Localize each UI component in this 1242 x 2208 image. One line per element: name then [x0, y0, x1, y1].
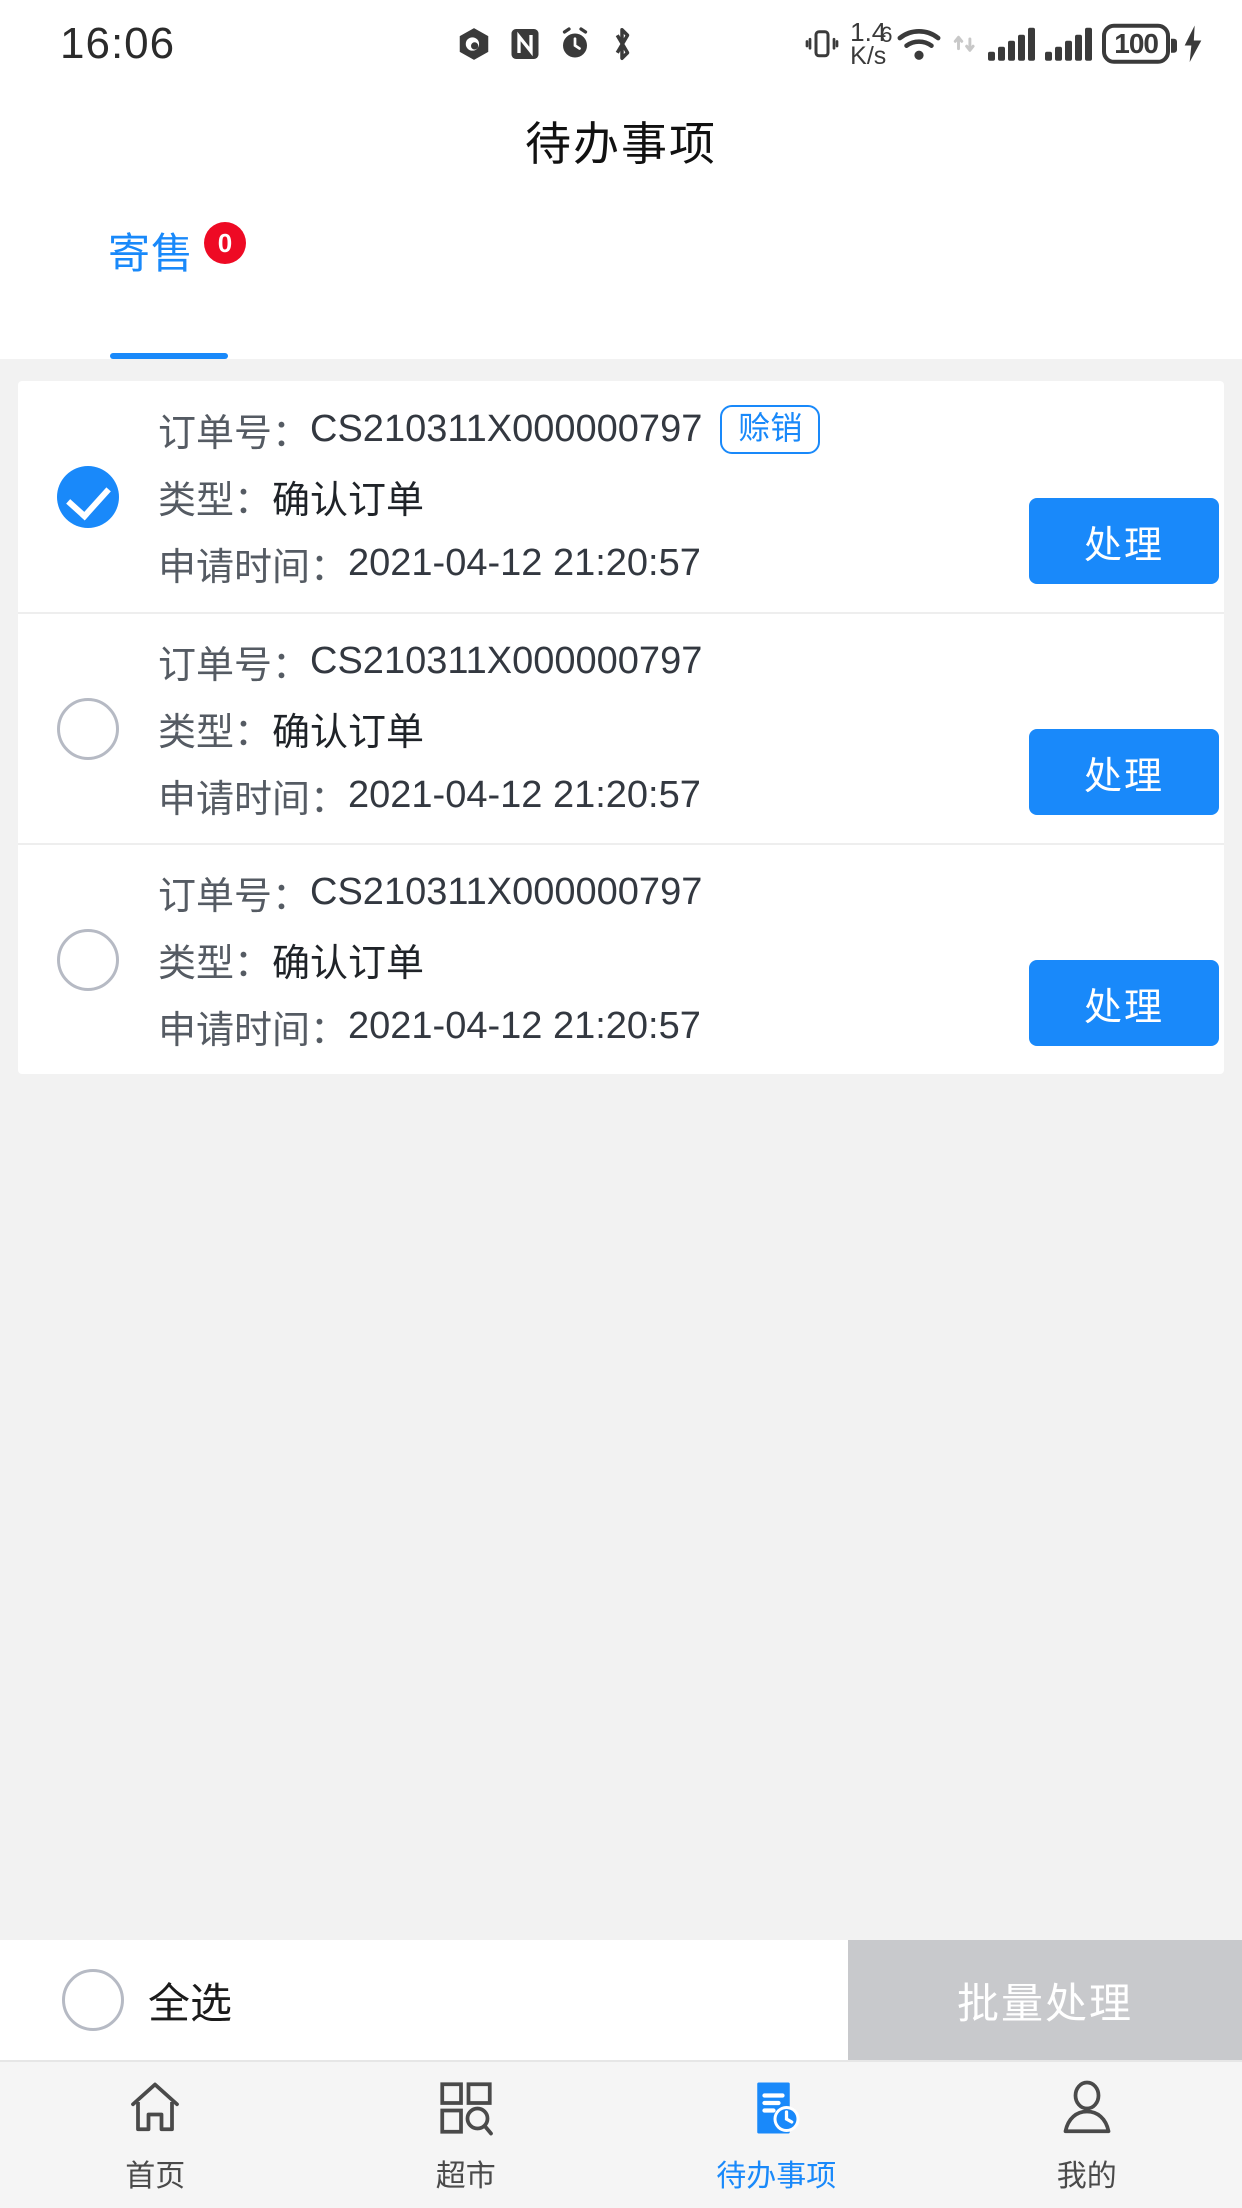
status-time: 16:06 — [60, 19, 176, 68]
checkbox-unchecked-icon[interactable] — [57, 697, 119, 760]
row-time-line: 申请时间： 2021-04-12 21:20:57 — [158, 536, 1012, 591]
page-header: 待办事项 — [0, 88, 1242, 194]
apply-time-value: 2021-04-12 21:20:57 — [348, 774, 701, 816]
bottom-action-bar: 全选 批量处理 — [0, 1940, 1242, 2060]
phone-screen: 16:06 1.4 K/s 6 100 待办事项 寄售 0 订单号： CS210… — [0, 0, 1242, 2208]
type-value: 确认订单 — [272, 943, 425, 985]
order-no-value: CS210311X000000797 — [310, 871, 703, 913]
grid-search-icon — [433, 2075, 499, 2141]
row-order-line: 订单号： CS210311X000000797 — [158, 634, 1012, 689]
row-order-line: 订单号： CS210311X000000797 — [158, 865, 1012, 920]
bottom-nav: 首页 超市 待办事项 我的 — [0, 2060, 1242, 2208]
data-transfer-icon — [954, 36, 975, 52]
type-value: 确认订单 — [272, 712, 425, 754]
row-type-line: 类型： 确认订单 — [158, 701, 1012, 756]
status-bar: 16:06 1.4 K/s 6 100 — [0, 0, 1242, 88]
eye-care-icon — [459, 28, 489, 60]
wifi-icon — [897, 29, 941, 61]
nav-item-home[interactable]: 首页 — [0, 2075, 311, 2195]
vibrate-icon — [805, 30, 839, 58]
order-no-value: CS210311X000000797 — [310, 408, 703, 450]
status-icons-right: 1.4 K/s 6 100 — [804, 19, 1206, 70]
handle-button[interactable]: 处理 — [1029, 960, 1219, 1046]
handle-button[interactable]: 处理 — [1029, 729, 1219, 815]
nav-item-mine-label: 我的 — [1056, 2160, 1117, 2193]
status-badge: 赊销 — [720, 405, 821, 454]
row-action-cell: 处理 — [1024, 845, 1224, 1074]
nav-item-supermarket[interactable]: 超市 — [311, 2075, 622, 2195]
row-checkbox[interactable] — [18, 465, 158, 528]
row-checkbox[interactable] — [18, 928, 158, 991]
person-icon — [1054, 2075, 1120, 2141]
table-row[interactable]: 订单号： CS210311X000000797 类型： 确认订单 申请时间： 2… — [18, 612, 1224, 843]
status-icons-left — [455, 25, 637, 63]
alarm-icon — [562, 27, 588, 58]
network-speed-unit: K/s — [850, 41, 887, 70]
battery-level: 100 — [1114, 28, 1159, 59]
charging-bolt-icon — [1184, 25, 1202, 63]
table-row[interactable]: 订单号： CS210311X000000797 赊销 类型： 确认订单 申请时间… — [18, 381, 1224, 612]
type-label: 类型： — [158, 712, 273, 754]
row-content: 订单号： CS210311X000000797 类型： 确认订单 申请时间： 2… — [158, 634, 1024, 823]
signal-icon-2 — [1045, 27, 1093, 61]
nav-item-todo-label: 待办事项 — [716, 2160, 837, 2193]
row-action-cell: 处理 — [1024, 381, 1224, 612]
select-all-control[interactable]: 全选 — [62, 1969, 232, 2031]
tab-consignment-badge: 0 — [204, 222, 247, 264]
wifi-generation-label: 6 — [880, 22, 893, 47]
type-value: 确认订单 — [272, 480, 425, 522]
row-type-line: 类型： 确认订单 — [158, 469, 1012, 524]
select-all-checkbox-icon[interactable] — [62, 1969, 124, 2031]
battery-icon: 100 — [1102, 24, 1177, 64]
handle-button[interactable]: 处理 — [1029, 498, 1219, 584]
apply-time-value: 2021-04-12 21:20:57 — [348, 1005, 701, 1047]
nfc-icon — [511, 29, 539, 59]
row-content: 订单号： CS210311X000000797 类型： 确认订单 申请时间： 2… — [158, 865, 1024, 1054]
table-row[interactable]: 订单号： CS210311X000000797 类型： 确认订单 申请时间： 2… — [18, 843, 1224, 1074]
home-icon — [122, 2075, 188, 2141]
select-all-label: 全选 — [148, 1979, 233, 2027]
row-order-line: 订单号： CS210311X000000797 赊销 — [158, 402, 1012, 457]
order-no-value: CS210311X000000797 — [310, 640, 703, 682]
row-time-line: 申请时间： 2021-04-12 21:20:57 — [158, 999, 1012, 1054]
apply-time-value: 2021-04-12 21:20:57 — [348, 542, 701, 584]
row-type-line: 类型： 确认订单 — [158, 932, 1012, 987]
apply-time-label: 申请时间： — [158, 1010, 349, 1052]
todo-list: 订单号： CS210311X000000797 赊销 类型： 确认订单 申请时间… — [18, 381, 1224, 1074]
order-no-label: 订单号： — [158, 645, 311, 687]
batch-process-button[interactable]: 批量处理 — [848, 1940, 1242, 2060]
tab-consignment-label: 寄售 — [108, 230, 195, 277]
nav-item-home-label: 首页 — [125, 2160, 186, 2193]
row-action-cell: 处理 — [1024, 614, 1224, 843]
type-label: 类型： — [158, 943, 273, 985]
wifi-group: 6 — [880, 22, 942, 62]
apply-time-label: 申请时间： — [158, 547, 349, 589]
page-title: 待办事项 — [525, 118, 717, 170]
tab-consignment[interactable]: 寄售 0 — [108, 220, 247, 281]
order-no-label: 订单号： — [158, 413, 311, 455]
tab-active-indicator — [110, 353, 228, 359]
todo-clock-icon — [743, 2075, 809, 2141]
order-no-label: 订单号： — [158, 876, 311, 918]
row-content: 订单号： CS210311X000000797 赊销 类型： 确认订单 申请时间… — [158, 402, 1024, 591]
checkbox-unchecked-icon[interactable] — [57, 928, 119, 991]
nav-item-todo[interactable]: 待办事项 — [621, 2075, 932, 2195]
bluetooth-icon — [615, 28, 630, 60]
apply-time-label: 申请时间： — [158, 779, 349, 821]
tab-bar: 寄售 0 — [0, 194, 1242, 359]
nav-item-mine[interactable]: 我的 — [932, 2075, 1242, 2195]
row-checkbox[interactable] — [18, 697, 158, 760]
nav-item-supermarket-label: 超市 — [435, 2160, 496, 2193]
row-time-line: 申请时间： 2021-04-12 21:20:57 — [158, 768, 1012, 823]
checkbox-checked-icon[interactable] — [57, 465, 119, 528]
type-label: 类型： — [158, 480, 273, 522]
signal-icon — [988, 27, 1036, 61]
